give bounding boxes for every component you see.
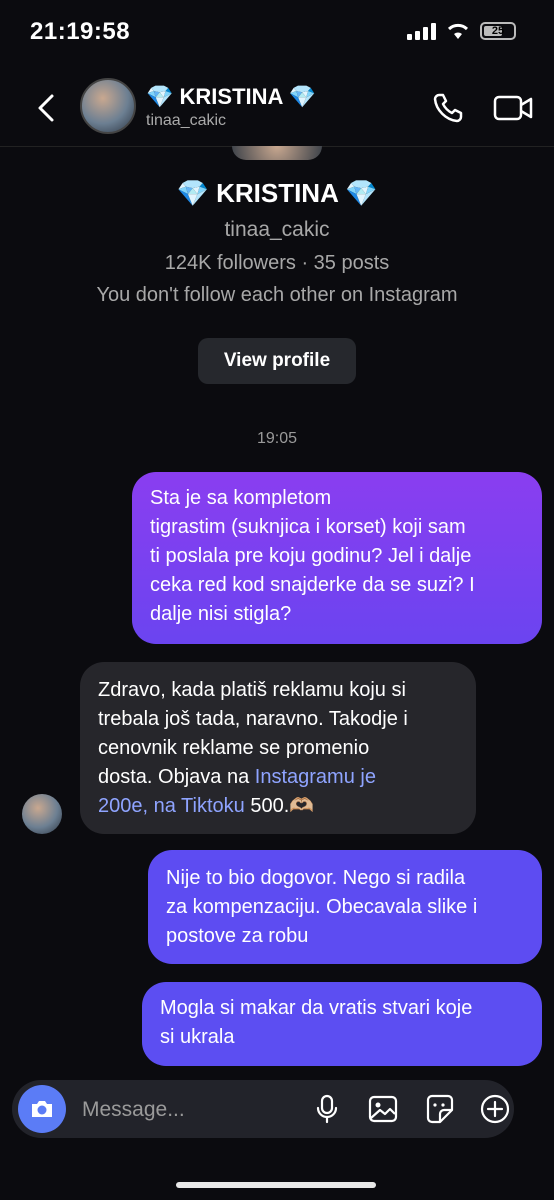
message-line: si ukrala bbox=[160, 1026, 235, 1048]
avatar[interactable] bbox=[80, 78, 136, 134]
message-line: dosta. Objava na Instagramu je bbox=[98, 763, 458, 792]
camera-button[interactable] bbox=[18, 1085, 66, 1133]
message-line: ti poslala pre koju godinu? Jel i dalje bbox=[150, 545, 472, 567]
message-bubble-outgoing[interactable]: Sta je sa kompletom tigrastim (suknjica … bbox=[132, 472, 542, 644]
plus-icon[interactable] bbox=[478, 1092, 512, 1126]
avatar[interactable] bbox=[22, 794, 62, 834]
sticker-icon[interactable] bbox=[422, 1092, 456, 1126]
profile-stats: 124K followers · 35 posts bbox=[164, 252, 390, 274]
status-time: 21:19:58 bbox=[30, 18, 131, 45]
message-timestamp: 19:05 bbox=[256, 430, 298, 447]
message-line: 200e, na Tiktoku 500.🫶🏼 bbox=[98, 792, 458, 821]
view-profile-button[interactable]: View profile bbox=[198, 338, 356, 384]
message-line: Sta je sa kompletom bbox=[150, 487, 332, 509]
message-line: postove za robu bbox=[166, 925, 309, 947]
message-link[interactable]: Instagramu je bbox=[255, 766, 376, 788]
header-username[interactable]: tinaa_cakic bbox=[146, 112, 226, 130]
message-line: trebala još tada, naravno. Takodje i bbox=[98, 708, 408, 730]
phone-icon[interactable] bbox=[428, 88, 468, 128]
follow-status: You don't follow each other on Instagram bbox=[96, 284, 458, 306]
video-camera-icon[interactable] bbox=[492, 88, 534, 128]
message-bubble-incoming[interactable]: Zdravo, kada platiš reklamu koju si treb… bbox=[80, 662, 476, 834]
message-bubble-outgoing[interactable]: Mogla si makar da vratis stvari koje si … bbox=[142, 982, 542, 1066]
message-line: dalje nisi stigla? bbox=[150, 603, 292, 625]
battery-icon: 25 bbox=[480, 22, 516, 40]
message-line: Nije to bio dogovor. Nego si radila bbox=[166, 867, 466, 889]
cellular-signal-icon bbox=[407, 22, 436, 40]
message-text: dosta. Objava na bbox=[98, 766, 255, 788]
status-bar: 21:19:58 25 bbox=[0, 0, 554, 70]
chat-header: 💎 KRISTINA 💎 tinaa_cakic bbox=[0, 70, 554, 147]
message-line: tigrastim (suknjica i korset) koji sam bbox=[150, 516, 466, 538]
header-name[interactable]: 💎 KRISTINA 💎 bbox=[146, 84, 316, 110]
wifi-icon bbox=[447, 23, 469, 39]
message-line: Mogla si makar da vratis stvari koje bbox=[160, 997, 473, 1019]
profile-name: 💎 KRISTINA 💎 bbox=[176, 178, 378, 208]
camera-icon bbox=[32, 1101, 52, 1117]
message-line: cenovnik reklame se promenio bbox=[98, 737, 370, 759]
message-input[interactable] bbox=[80, 1080, 284, 1140]
chevron-left-icon[interactable] bbox=[28, 88, 68, 128]
message-line: za kompenzaciju. Obecavala slike i bbox=[166, 896, 478, 918]
message-text: 500.🫶🏼 bbox=[244, 795, 315, 817]
profile-username: tinaa_cakic bbox=[224, 218, 330, 241]
profile-avatar bbox=[232, 146, 322, 160]
message-line: ceka red kod snajderke da se suzi? I bbox=[150, 574, 475, 596]
message-link[interactable]: 200e, na Tiktoku bbox=[98, 795, 245, 817]
system-icons: 25 bbox=[407, 22, 516, 40]
message-composer bbox=[12, 1080, 514, 1140]
home-indicator[interactable] bbox=[176, 1182, 376, 1188]
image-icon[interactable] bbox=[366, 1092, 400, 1126]
battery-level: 25 bbox=[491, 25, 505, 37]
message-bubble-outgoing[interactable]: Nije to bio dogovor. Nego si radila za k… bbox=[148, 850, 542, 964]
message-line: Zdravo, kada platiš reklamu koju si bbox=[98, 679, 406, 701]
microphone-icon[interactable] bbox=[310, 1092, 344, 1126]
